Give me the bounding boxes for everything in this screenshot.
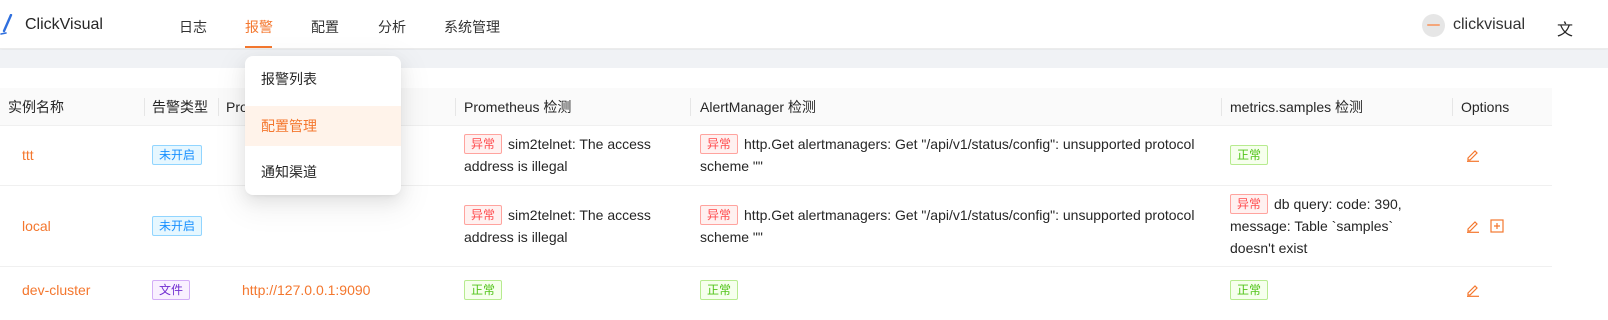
instance-name-link[interactable]: dev-cluster [22,279,90,301]
instance-name-link[interactable]: local [22,215,51,237]
column-divider [1452,98,1453,116]
language-switch[interactable]: 文 [1557,16,1573,40]
alertmanager-check-message: http.Get alertmanagers: Get "/api/v1/sta… [700,207,1195,245]
alarm-type-badge: 文件 [152,280,191,300]
column-divider [690,98,691,116]
status-badge: 正常 [700,280,739,300]
edit-icon[interactable] [1466,148,1480,162]
column-header-metrics-samples-check: metrics.samples 检测 [1230,99,1364,115]
alarm-type-badge: 未开启 [152,216,203,236]
instance-name-link[interactable]: ttt [22,144,34,166]
status-badge: 正常 [1230,145,1269,165]
plus-square-icon[interactable] [1490,219,1504,233]
row-divider [0,185,1552,186]
active-nav-indicator [245,46,272,48]
menu-item-notification-channel[interactable]: 通知渠道 [245,152,401,192]
column-header-alertmanager-check: AlertManager 检测 [700,99,816,115]
alarm-dropdown-menu: 报警列表 配置管理 通知渠道 [245,56,401,195]
prometheus-url-link[interactable]: http://127.0.0.1:9090 [242,279,370,301]
menu-item-config-management[interactable]: 配置管理 [245,106,401,146]
nav-item-alarm[interactable]: 报警 [245,17,273,37]
alertmanager-check-message: http.Get alertmanagers: Get "/api/v1/sta… [700,136,1195,174]
column-divider [218,98,219,116]
page-background [0,50,1608,68]
column-header-instance-name: 实例名称 [8,99,64,115]
nav-item-logs[interactable]: 日志 [179,17,207,37]
status-badge: 异常 [700,134,739,154]
alertmanager-check-cell: 异常 http.Get alertmanagers: Get "/api/v1/s… [700,133,1216,177]
nav-item-config[interactable]: 配置 [311,17,339,37]
top-nav-bar: ClickVisual 日志 报警 配置 分析 系统管理 clickvisual… [0,0,1608,49]
nav-item-analysis[interactable]: 分析 [378,17,406,37]
alertmanager-check-cell: 异常 http.Get alertmanagers: Get "/api/v1/s… [700,204,1216,248]
column-header-prometheus-check: Prometheus 检测 [464,99,572,115]
edit-icon[interactable] [1466,283,1480,297]
status-badge: 异常 [1230,194,1269,214]
edit-icon[interactable] [1466,219,1480,233]
row-divider [0,266,1552,267]
metrics-samples-check-cell: 异常 db query: code: 390, message: Table `s… [1230,193,1420,259]
alarm-type-badge: 未开启 [152,145,203,165]
table-header: 实例名称 告警类型 Pro Prometheus 检测 AlertManager… [0,88,1552,126]
column-header-options: Options [1461,99,1510,115]
column-divider [455,98,456,116]
column-divider [144,98,145,116]
status-badge: 正常 [1230,280,1269,300]
pen-logo-icon[interactable] [0,14,14,36]
username[interactable]: clickvisual [1453,16,1525,34]
menu-item-alarm-list[interactable]: 报警列表 [245,59,401,99]
brand-name[interactable]: ClickVisual [25,16,103,34]
status-badge: 异常 [464,205,503,225]
status-badge: 正常 [464,280,503,300]
nav-item-system-admin[interactable]: 系统管理 [444,17,500,37]
column-header-alarm-type: 告警类型 [152,99,208,115]
status-badge: 异常 [464,134,503,154]
column-divider [1221,98,1222,116]
avatar[interactable] [1422,14,1445,37]
prometheus-check-cell: 异常 sim2telnet: The access address is ille… [464,133,679,177]
prometheus-check-cell: 异常 sim2telnet: The access address is ille… [464,204,679,248]
status-badge: 异常 [700,205,739,225]
